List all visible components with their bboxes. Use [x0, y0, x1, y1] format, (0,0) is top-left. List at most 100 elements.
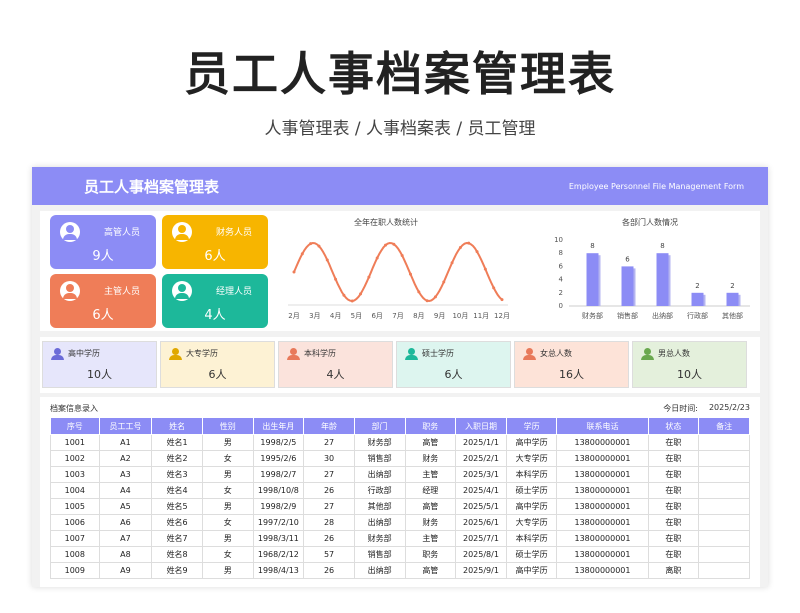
table-cell[interactable]: 2025/7/1: [455, 530, 507, 547]
table-cell[interactable]: 2025/4/1: [455, 482, 507, 499]
table-cell[interactable]: 女: [201, 450, 254, 467]
table-row[interactable]: 1002 A2 姓名2 女 1995/2/6 30 销售部 财务 2025/2/1 大专学历 138…: [50, 450, 750, 467]
table-cell[interactable]: 硕士学历: [505, 546, 558, 563]
table-cell[interactable]: 在职: [647, 466, 700, 483]
table-row[interactable]: 1003 A3 姓名3 男 1998/2/7 27 出纳部 主管 2025/3/1 本科学历 138…: [50, 466, 750, 483]
table-cell[interactable]: 姓名7: [151, 530, 203, 547]
table-cell[interactable]: 大专学历: [505, 450, 558, 467]
table-cell[interactable]: 13800000001: [556, 530, 649, 547]
table-cell[interactable]: 在职: [647, 450, 700, 467]
table-cell[interactable]: 1998/2/7: [252, 466, 305, 483]
table-cell[interactable]: A9: [98, 562, 153, 579]
table-row[interactable]: 1006 A6 姓名6 女 1997/2/10 28 出纳部 财务 2025/6/1 大专学历 13…: [50, 514, 750, 531]
table-cell[interactable]: 1004: [50, 482, 100, 499]
table-cell[interactable]: 姓名4: [151, 482, 203, 499]
table-cell[interactable]: 13800000001: [556, 434, 649, 451]
table-cell[interactable]: [698, 482, 750, 499]
table-cell[interactable]: 2025/3/1: [455, 466, 507, 483]
table-cell[interactable]: 2025/2/1: [455, 450, 507, 467]
table-cell[interactable]: 1007: [50, 530, 100, 547]
table-cell[interactable]: [698, 530, 750, 547]
table-cell[interactable]: 高中学历: [505, 562, 558, 579]
table-cell[interactable]: 27: [303, 466, 355, 483]
table-cell[interactable]: 在职: [647, 514, 700, 531]
table-cell[interactable]: 27: [303, 498, 355, 515]
table-cell[interactable]: 2025/1/1: [455, 434, 507, 451]
table-cell[interactable]: 其他部: [353, 498, 406, 515]
table-cell[interactable]: 1002: [50, 450, 100, 467]
table-cell[interactable]: 1998/2/9: [252, 498, 305, 515]
table-cell[interactable]: 硕士学历: [505, 482, 558, 499]
table-cell[interactable]: 男: [201, 434, 254, 451]
table-cell[interactable]: 行政部: [353, 482, 406, 499]
table-cell[interactable]: 2025/6/1: [455, 514, 507, 531]
table-cell[interactable]: A8: [98, 546, 153, 563]
table-cell[interactable]: 女: [201, 546, 254, 563]
table-cell[interactable]: [698, 546, 750, 563]
table-row[interactable]: 1005 A5 姓名5 男 1998/2/9 27 其他部 高管 2025/5/1 高中学历 138…: [50, 498, 750, 515]
table-cell[interactable]: A3: [98, 466, 153, 483]
table-cell[interactable]: 销售部: [353, 546, 406, 563]
table-cell[interactable]: 在职: [647, 434, 700, 451]
table-cell[interactable]: 女: [201, 514, 254, 531]
table-cell[interactable]: [698, 450, 750, 467]
table-cell[interactable]: 男: [201, 530, 254, 547]
table-cell[interactable]: 13800000001: [556, 466, 649, 483]
table-cell[interactable]: 职务: [404, 546, 457, 563]
table-cell[interactable]: 姓名1: [151, 434, 203, 451]
table-row[interactable]: 1009 A9 姓名9 男 1998/4/13 26 出纳部 高管 2025/9/1 高中学历 13…: [50, 562, 750, 579]
table-cell[interactable]: 经理: [404, 482, 457, 499]
table-cell[interactable]: 姓名9: [151, 562, 203, 579]
table-cell[interactable]: 13800000001: [556, 514, 649, 531]
table-cell[interactable]: 财务: [404, 514, 457, 531]
table-cell[interactable]: 13800000001: [556, 546, 649, 563]
table-cell[interactable]: 出纳部: [353, 466, 406, 483]
table-cell[interactable]: 27: [303, 434, 355, 451]
table-cell[interactable]: A6: [98, 514, 153, 531]
table-cell[interactable]: 26: [303, 482, 355, 499]
table-row[interactable]: 1001 A1 姓名1 男 1998/2/5 27 财务部 高管 2025/1/1 高中学历 138…: [50, 434, 750, 451]
table-cell[interactable]: 1997/2/10: [252, 514, 305, 531]
table-cell[interactable]: 高管: [404, 434, 457, 451]
table-cell[interactable]: 姓名3: [151, 466, 203, 483]
table-cell[interactable]: 在职: [647, 546, 700, 563]
table-cell[interactable]: [698, 562, 750, 579]
table-cell[interactable]: A5: [98, 498, 153, 515]
table-cell[interactable]: A7: [98, 530, 153, 547]
table-cell[interactable]: 13800000001: [556, 562, 649, 579]
table-cell[interactable]: 2025/9/1: [455, 562, 507, 579]
table-cell[interactable]: 1995/2/6: [252, 450, 305, 467]
table-cell[interactable]: 主管: [404, 466, 457, 483]
table-cell[interactable]: 57: [303, 546, 355, 563]
table-cell[interactable]: 在职: [647, 498, 700, 515]
table-cell[interactable]: 在职: [647, 530, 700, 547]
table-cell[interactable]: 1998/10/8: [252, 482, 305, 499]
table-cell[interactable]: 女: [201, 482, 254, 499]
table-cell[interactable]: 男: [201, 562, 254, 579]
table-cell[interactable]: 本科学历: [505, 466, 558, 483]
table-cell[interactable]: 高管: [404, 562, 457, 579]
table-cell[interactable]: 姓名2: [151, 450, 203, 467]
table-cell[interactable]: 男: [201, 498, 254, 515]
table-cell[interactable]: 1998/4/13: [252, 562, 305, 579]
table-cell[interactable]: 1006: [50, 514, 100, 531]
table-cell[interactable]: 13800000001: [556, 498, 649, 515]
table-row[interactable]: 1007 A7 姓名7 男 1998/3/11 26 财务部 主管 2025/7/1 本科学历 13…: [50, 530, 750, 547]
table-cell[interactable]: A4: [98, 482, 153, 499]
table-cell[interactable]: 高管: [404, 498, 457, 515]
table-cell[interactable]: [698, 466, 750, 483]
table-cell[interactable]: 1003: [50, 466, 100, 483]
table-cell[interactable]: 2025/5/1: [455, 498, 507, 515]
table-cell[interactable]: 主管: [404, 530, 457, 547]
table-cell[interactable]: 28: [303, 514, 355, 531]
table-cell[interactable]: [698, 498, 750, 515]
table-cell[interactable]: 1009: [50, 562, 100, 579]
table-cell[interactable]: 26: [303, 562, 355, 579]
table-cell[interactable]: 男: [201, 466, 254, 483]
table-cell[interactable]: 财务: [404, 450, 457, 467]
table-cell[interactable]: 1001: [50, 434, 100, 451]
table-cell[interactable]: 13800000001: [556, 482, 649, 499]
table-cell[interactable]: 本科学历: [505, 530, 558, 547]
table-cell[interactable]: 1998/3/11: [252, 530, 305, 547]
table-cell[interactable]: 高中学历: [505, 498, 558, 515]
